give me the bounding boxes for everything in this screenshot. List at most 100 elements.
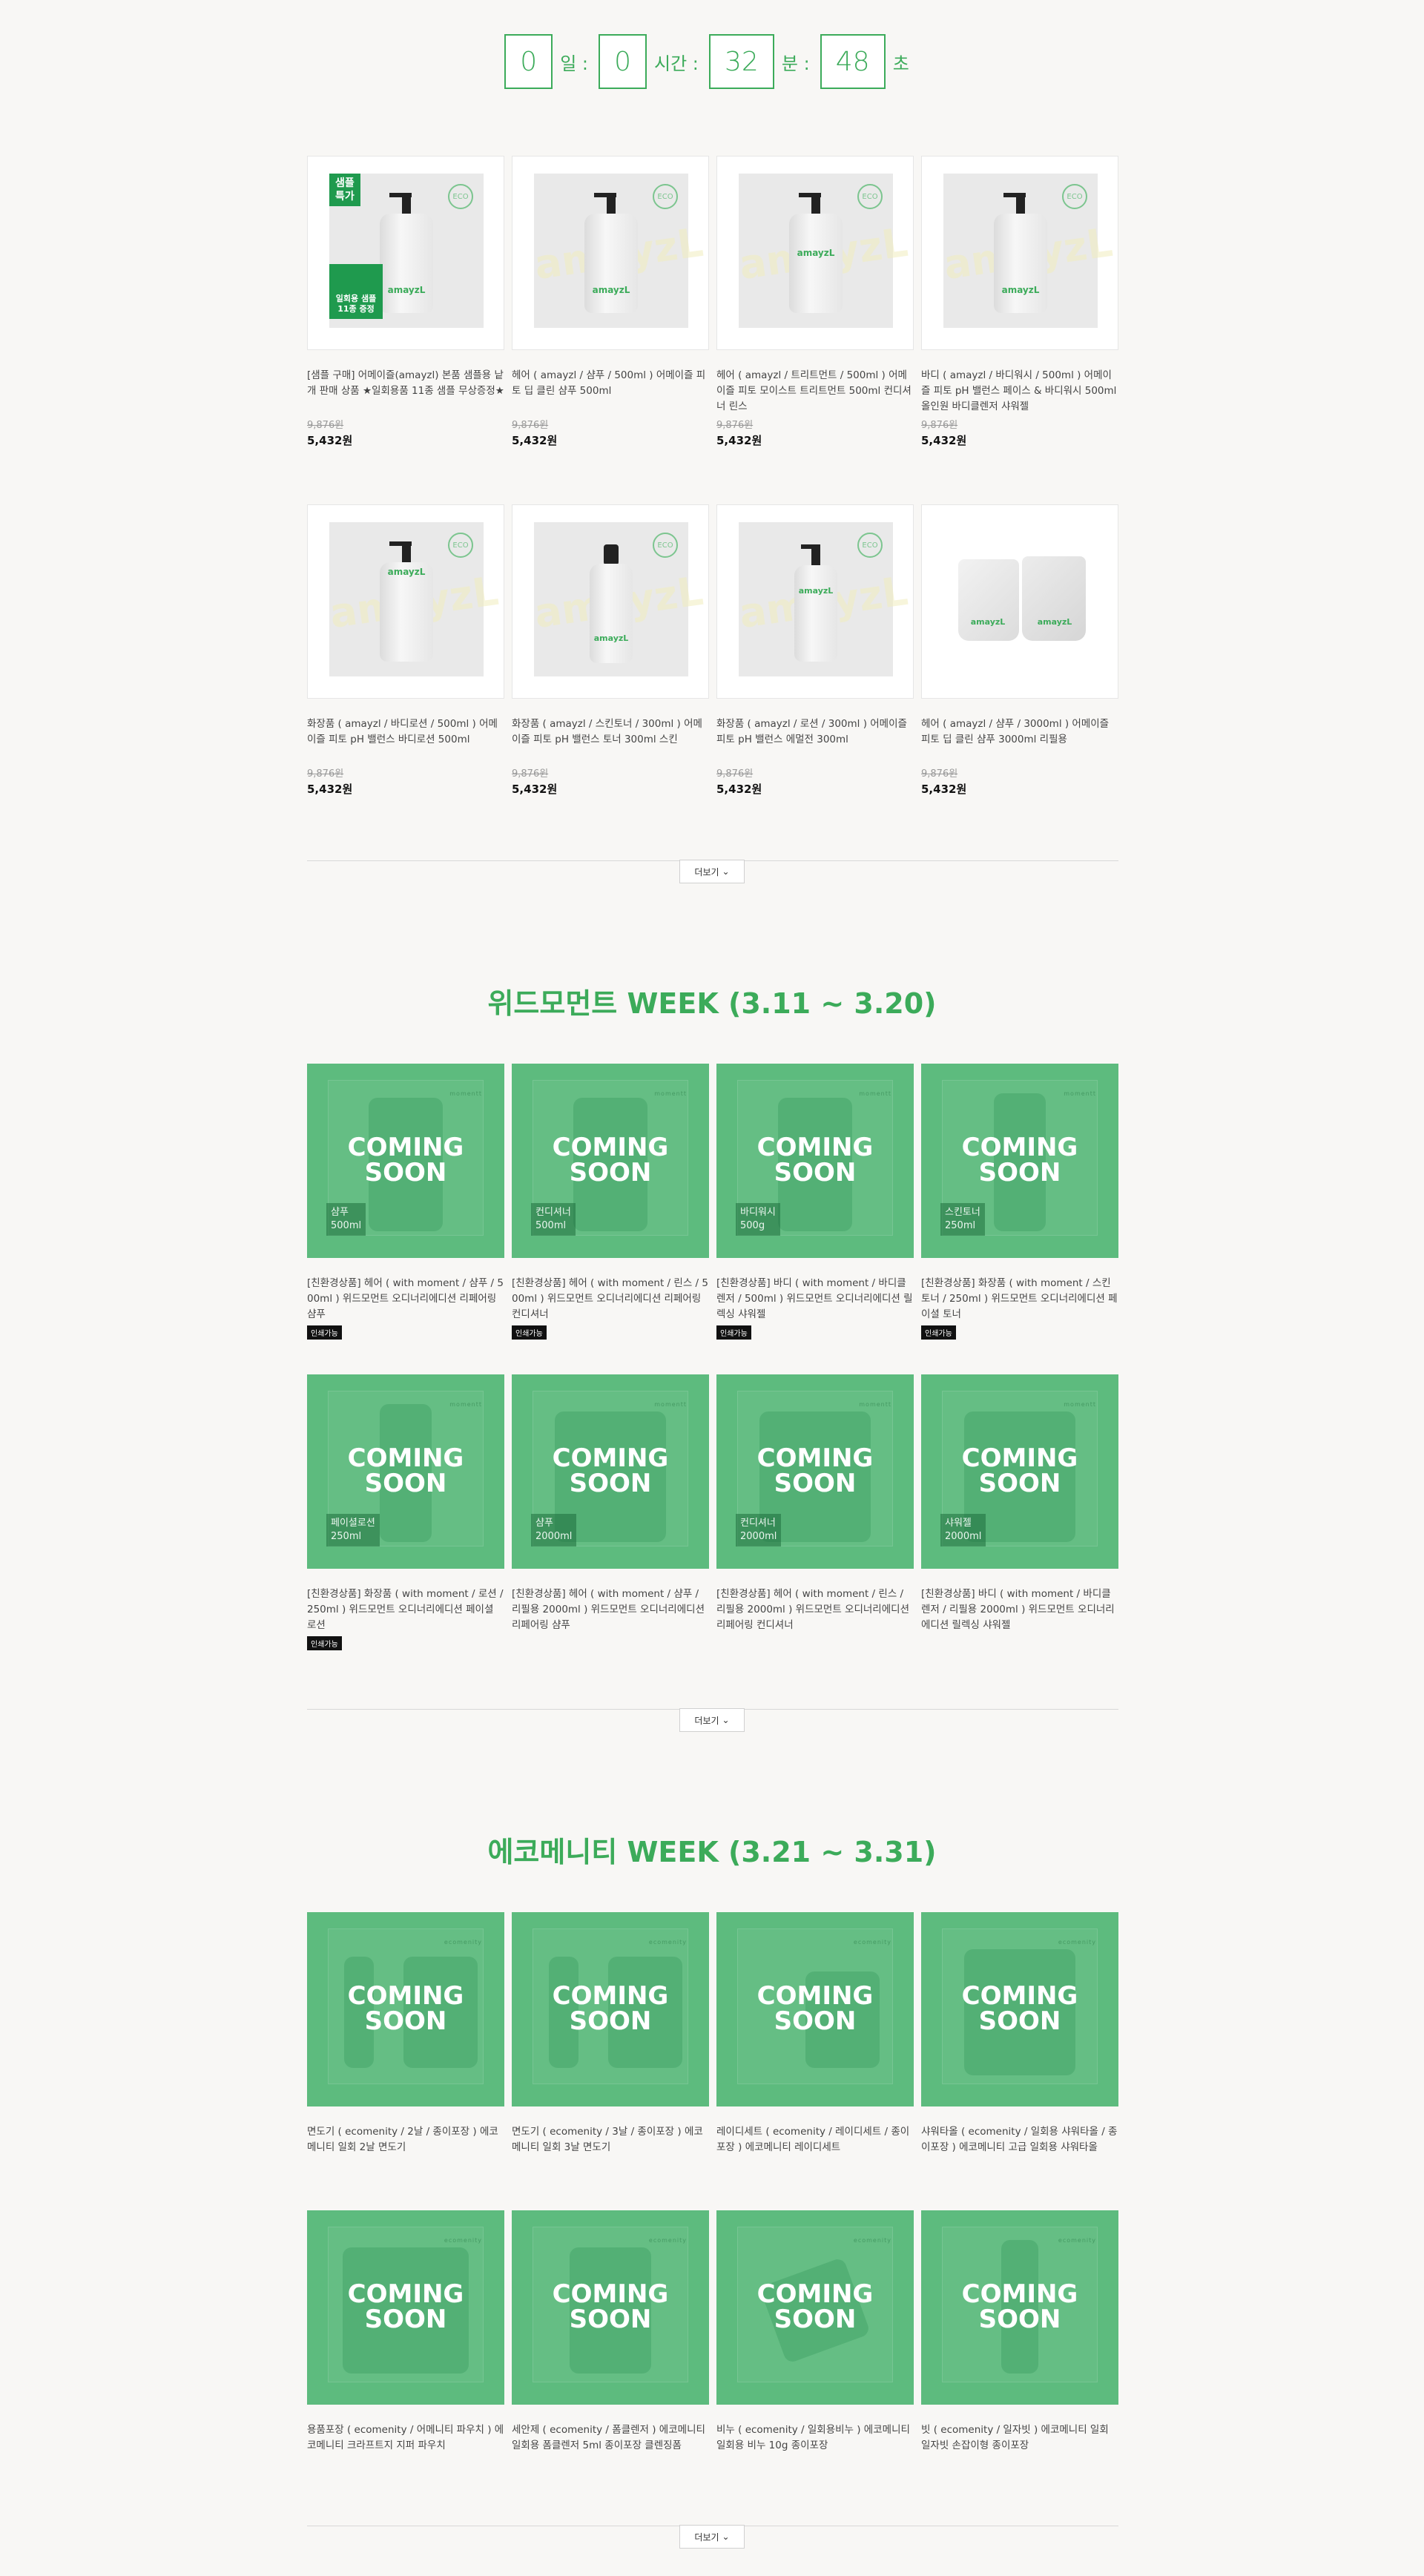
product-name[interactable]: [친환경상품] 헤어 ( with moment / 샴푸 / 500ml ) …	[307, 1276, 504, 1322]
coming-text: COMING	[347, 1981, 464, 2011]
product-tag: 페이셜로션 250ml	[326, 1514, 380, 1546]
product-image[interactable]: amayzL amayzL ECO	[716, 156, 914, 350]
product-name[interactable]: [친환경상품] 바디 ( with moment / 바디클렌저 / 리필용 2…	[921, 1587, 1118, 1633]
product-card[interactable]: amayzL amayzL 헤어 ( amayzl / 샴푸 / 3000ml …	[921, 504, 1118, 797]
product-name[interactable]: [친환경상품] 헤어 ( with moment / 린스 / 리필용 2000…	[716, 1587, 914, 1633]
product-card[interactable]: amayzL amayzL ECO 화장품 ( amayzl / 바디로션 / …	[307, 504, 504, 797]
coming-soon-image[interactable]: ecomenity COMING SOON	[307, 1912, 504, 2106]
coming-soon-card[interactable]: momentt COMING SOON 컨디셔너 500ml [친환경상품] 헤어…	[512, 1064, 709, 1340]
coming-soon-card[interactable]: ecomenity COMING SOON 레이디세트 ( ecomenity /…	[716, 1912, 914, 2155]
product-image[interactable]: amayzL amayzL ECO	[307, 504, 504, 699]
product-image[interactable]: amayzL amayzL	[921, 504, 1118, 699]
coming-soon-image[interactable]: momentt COMING SOON 페이셜로션 250ml	[307, 1374, 504, 1569]
product-name[interactable]: [친환경상품] 헤어 ( with moment / 린스 / 500ml ) …	[512, 1276, 709, 1322]
coming-soon-image[interactable]: ecomenity COMING SOON	[921, 2210, 1118, 2405]
coming-soon-image[interactable]: momentt COMING SOON 샴푸 500ml	[307, 1064, 504, 1258]
coming-soon-card[interactable]: momentt COMING SOON 샤워젤 2000ml [친환경상품] 바디…	[921, 1374, 1118, 1650]
page: 0 일 : 0 시간 : 32 분 : 48 초 amayzL ECO 샘플 특…	[0, 0, 1424, 2576]
coming-soon-image[interactable]: momentt COMING SOON 스킨토너 250ml	[921, 1064, 1118, 1258]
coming-soon-card[interactable]: ecomenity COMING SOON 샤워타올 ( ecomenity / …	[921, 1912, 1118, 2155]
more-button[interactable]: 더보기 ⌄	[679, 1708, 745, 1732]
refill-pouch-right	[1022, 556, 1086, 641]
product-card[interactable]: amayzL amayzL ECO 헤어 ( amayzl / 샴푸 / 500…	[512, 156, 709, 448]
print-badge: 인쇄가능	[921, 1325, 956, 1340]
more-button[interactable]: 더보기 ⌄	[679, 2525, 745, 2549]
coming-soon-image[interactable]: ecomenity COMING SOON	[921, 1912, 1118, 2106]
product-name[interactable]: 화장품 ( amayzl / 스킨토너 / 300ml ) 어메이즐 피토 pH…	[512, 717, 709, 764]
more-button[interactable]: 더보기 ⌄	[679, 860, 745, 883]
product-name[interactable]: 면도기 ( ecomenity / 3날 / 종이포장 ) 에코메니티 일회 3…	[512, 2124, 709, 2155]
product-name[interactable]: [친환경상품] 화장품 ( with moment / 로션 / 250ml )…	[307, 1587, 504, 1633]
coming-soon-image[interactable]: momentt COMING SOON 바디워시 500g	[716, 1064, 914, 1258]
coming-soon-card[interactable]: momentt COMING SOON 페이셜로션 250ml [친환경상품] 화…	[307, 1374, 504, 1650]
coming-soon-image[interactable]: momentt COMING SOON 컨디셔너 500ml	[512, 1064, 709, 1258]
product-name[interactable]: 화장품 ( amayzl / 바디로션 / 500ml ) 어메이즐 피토 pH…	[307, 717, 504, 764]
coming-soon-image[interactable]: momentt COMING SOON 샴푸 2000ml	[512, 1374, 709, 1569]
product-name[interactable]: 바디 ( amayzl / 바디워시 / 500ml ) 어메이즐 피토 pH …	[921, 368, 1118, 415]
product-tag: 컨디셔너 2000ml	[736, 1514, 782, 1546]
coming-soon-card[interactable]: ecomenity COMING SOON 비누 ( ecomenity / 일회…	[716, 2210, 914, 2454]
product-name[interactable]: 레이디세트 ( ecomenity / 레이디세트 / 종이포장 ) 에코메니티…	[716, 2124, 914, 2155]
coming-soon-card[interactable]: ecomenity COMING SOON 면도기 ( ecomenity / 2…	[307, 1912, 504, 2155]
bottle-logo: amayzL	[970, 617, 1006, 627]
original-price: 9,876원	[921, 768, 958, 780]
soon-text: SOON	[774, 1158, 857, 1187]
product-name[interactable]: 빗 ( ecomenity / 일자빗 ) 에코메니티 일회 일자빗 손잡이형 …	[921, 2422, 1118, 2454]
product-card[interactable]: amayzL ECO 샘플 특가 일회용 샘플 11종 증정 [샘플 구매] 어…	[307, 156, 504, 448]
product-name[interactable]: 헤어 ( amayzl / 트리트먼트 / 500ml ) 어메이즐 피토 모이…	[716, 368, 914, 415]
coming-soon-image[interactable]: ecomenity COMING SOON	[716, 2210, 914, 2405]
product-card[interactable]: amayzL amayzL ECO 헤어 ( amayzl / 트리트먼트 / …	[716, 156, 914, 448]
bottle-logo: amayzL	[1037, 617, 1072, 627]
bottle-logo: amayzL	[592, 285, 630, 295]
product-name[interactable]: 헤어 ( amayzl / 샴푸 / 3000ml ) 어메이즐 피토 딥 클린…	[921, 717, 1118, 764]
coming-soon-card[interactable]: ecomenity COMING SOON 빗 ( ecomenity / 일자빗…	[921, 2210, 1118, 2454]
product-image[interactable]: amayzL amayzL ECO	[921, 156, 1118, 350]
product-image[interactable]: amayzL amayzL ECO	[512, 504, 709, 699]
print-badge: 인쇄가능	[307, 1325, 342, 1340]
sale-price: 5,432원	[716, 783, 762, 796]
product-name[interactable]: [친환경상품] 화장품 ( with moment / 스킨토너 / 250ml…	[921, 1276, 1118, 1322]
product-name[interactable]: 비누 ( ecomenity / 일회용비누 ) 에코메니티 일회용 비누 10…	[716, 2422, 914, 2454]
product-name[interactable]: 샤워타올 ( ecomenity / 일회용 샤워타올 / 종이포장 ) 에코메…	[921, 2124, 1118, 2155]
chevron-down-icon: ⌄	[722, 1715, 730, 1725]
coming-text: COMING	[347, 1443, 464, 1473]
sale-price: 5,432원	[716, 434, 762, 447]
coming-soon-image[interactable]: ecomenity COMING SOON	[716, 1912, 914, 2106]
coming-soon-card[interactable]: ecomenity COMING SOON 면도기 ( ecomenity / 3…	[512, 1912, 709, 2155]
original-price: 9,876원	[921, 420, 958, 431]
coming-soon-card[interactable]: ecomenity COMING SOON 용품포장 ( ecomenity / …	[307, 2210, 504, 2454]
eco-seal-icon: ECO	[448, 184, 473, 209]
countdown-timer: 0 일 : 0 시간 : 32 분 : 48 초	[0, 34, 1424, 89]
coming-soon-image[interactable]: ecomenity COMING SOON	[512, 2210, 709, 2405]
coming-soon-image[interactable]: momentt COMING SOON 샤워젤 2000ml	[921, 1374, 1118, 1569]
coming-soon-card[interactable]: momentt COMING SOON 스킨토너 250ml [친환경상품] 화장…	[921, 1064, 1118, 1340]
product-image[interactable]: amayzL amayzL ECO	[716, 504, 914, 699]
product-card[interactable]: amayzL amayzL ECO 화장품 ( amayzl / 스킨토너 / …	[512, 504, 709, 797]
withmoment-grid-row-2: momentt COMING SOON 페이셜로션 250ml [친환경상품] 화…	[307, 1374, 1118, 1650]
coming-soon-card[interactable]: momentt COMING SOON 바디워시 500g [친환경상품] 바디 …	[716, 1064, 914, 1340]
coming-soon-card[interactable]: momentt COMING SOON 샴푸 500ml [친환경상품] 헤어 (…	[307, 1064, 504, 1340]
product-name[interactable]: 면도기 ( ecomenity / 2날 / 종이포장 ) 에코메니티 일회 2…	[307, 2124, 504, 2155]
coming-text: COMING	[961, 1981, 1078, 2011]
product-name[interactable]: 용품포장 ( ecomenity / 어메니티 파우치 ) 에코메니티 크라프트…	[307, 2422, 504, 2454]
coming-soon-card[interactable]: momentt COMING SOON 컨디셔너 2000ml [친환경상품] 헤…	[716, 1374, 914, 1650]
coming-soon-card[interactable]: momentt COMING SOON 샴푸 2000ml [친환경상품] 헤어 …	[512, 1374, 709, 1650]
product-card[interactable]: amayzL amayzL ECO 바디 ( amayzl / 바디워시 / 5…	[921, 156, 1118, 448]
product-name[interactable]: 헤어 ( amayzl / 샴푸 / 500ml ) 어메이즐 피토 딥 클린 …	[512, 368, 709, 415]
soon-text: SOON	[978, 2006, 1061, 2036]
product-name[interactable]: 세안제 ( ecomenity / 폼클렌저 ) 에코메니티 일회용 폼클렌저 …	[512, 2422, 709, 2454]
coming-soon-card[interactable]: ecomenity COMING SOON 세안제 ( ecomenity / 폼…	[512, 2210, 709, 2454]
coming-soon-image[interactable]: ecomenity COMING SOON	[512, 1912, 709, 2106]
product-name[interactable]: [샘플 구매] 어메이즐(amayzl) 본품 샘플용 낱개 판매 상품 ★일회…	[307, 368, 504, 415]
coming-soon-image[interactable]: momentt COMING SOON 컨디셔너 2000ml	[716, 1374, 914, 1569]
product-name[interactable]: [친환경상품] 헤어 ( with moment / 샴푸 / 리필용 2000…	[512, 1587, 709, 1633]
product-name[interactable]: 화장품 ( amayzl / 로션 / 300ml ) 어메이즐 피토 pH 밸…	[716, 717, 914, 764]
brand-mark: momentt	[654, 1090, 687, 1097]
coming-soon-image[interactable]: ecomenity COMING SOON	[307, 2210, 504, 2405]
coming-text: COMING	[756, 1443, 874, 1473]
product-name[interactable]: [친환경상품] 바디 ( with moment / 바디클렌저 / 500ml…	[716, 1276, 914, 1322]
product-image[interactable]: amayzL amayzL ECO	[512, 156, 709, 350]
product-card[interactable]: amayzL amayzL ECO 화장품 ( amayzl / 로션 / 30…	[716, 504, 914, 797]
product-image[interactable]: amayzL ECO 샘플 특가 일회용 샘플 11종 증정	[307, 156, 504, 350]
coming-text: COMING	[756, 1981, 874, 2011]
